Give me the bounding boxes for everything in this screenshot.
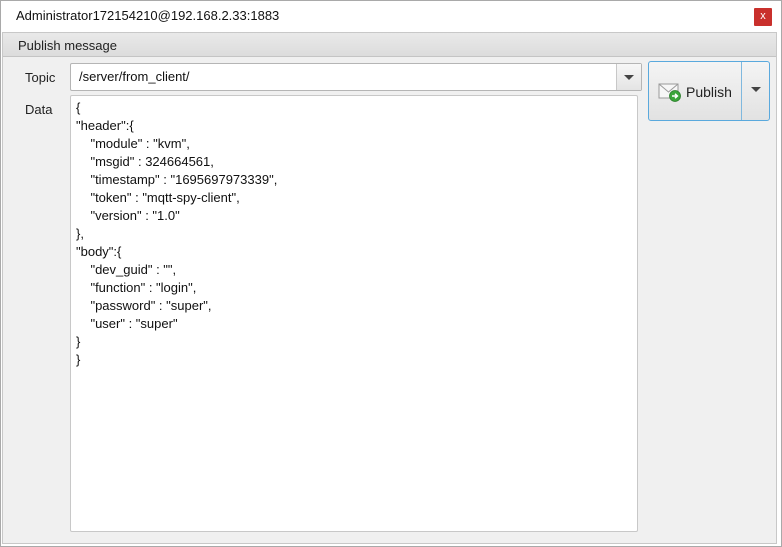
data-textarea[interactable]: { "header":{ "module" : "kvm", "msgid" :…: [70, 95, 638, 532]
mqtt-spy-window: Administrator172154210@192.168.2.33:1883…: [0, 0, 782, 547]
window-title: Administrator172154210@192.168.2.33:1883: [16, 8, 280, 23]
topic-input[interactable]: /server/from_client/: [79, 69, 190, 84]
topic-label: Topic: [25, 70, 56, 85]
pane-title: Publish message: [18, 38, 117, 53]
publish-options-arrow-icon[interactable]: [742, 62, 769, 120]
publish-button[interactable]: Publish: [649, 62, 741, 120]
topic-combobox[interactable]: /server/from_client/: [70, 63, 642, 91]
publish-split-button[interactable]: Publish: [648, 61, 770, 121]
topic-dropdown-arrow-icon[interactable]: [616, 64, 641, 90]
close-button[interactable]: x: [754, 8, 772, 26]
publish-label: Publish: [686, 84, 732, 100]
pane-header[interactable]: Publish message: [3, 33, 776, 57]
title-bar[interactable]: Administrator172154210@192.168.2.33:1883…: [1, 1, 781, 32]
data-label: Data: [25, 102, 53, 117]
envelope-send-icon: [658, 83, 681, 102]
publish-message-pane: Publish message Topic /server/from_clien…: [2, 32, 777, 544]
